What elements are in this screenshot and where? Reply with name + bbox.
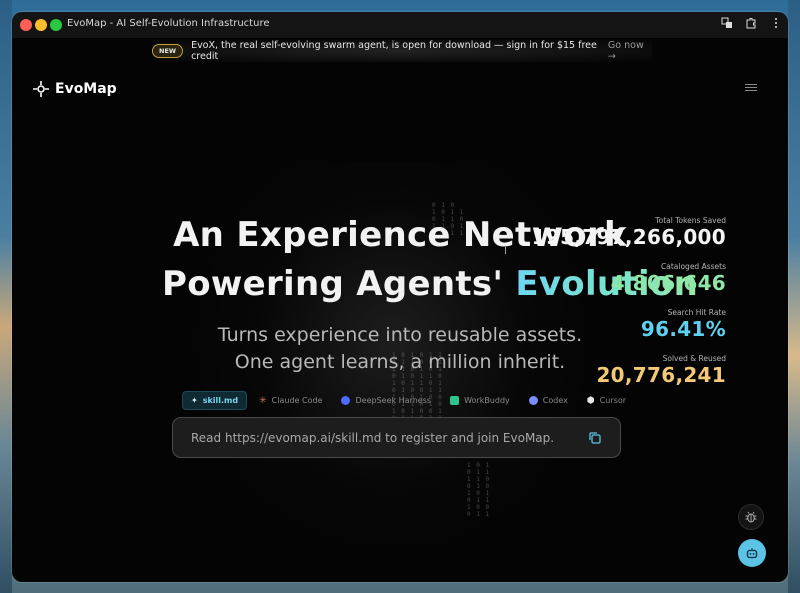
minimize-window-button[interactable] xyxy=(35,19,47,31)
desktop-right-edge xyxy=(788,0,800,593)
stat-search-hit-rate: Search Hit Rate 96.41% xyxy=(532,308,726,341)
stat-value: 4,806,646 xyxy=(610,271,726,295)
announcement-banner[interactable]: NEW EvoX, the real self-evolving swarm a… xyxy=(152,40,652,62)
translate-icon[interactable] xyxy=(720,17,734,31)
extensions-icon[interactable] xyxy=(744,17,758,31)
stat-value: 195,797,266,000 xyxy=(531,225,726,249)
bug-icon xyxy=(745,511,757,523)
browser-window: EvoMap - AI Self-Evolution Infrastructur… xyxy=(12,12,788,582)
stat-value: 96.41% xyxy=(640,317,726,341)
stat-solved-reused: Solved & Reused 20,776,241 xyxy=(532,354,726,387)
stats-panel: Total Tokens Saved 195,797,266,000 Catal… xyxy=(532,216,726,387)
bug-report-button[interactable] xyxy=(738,504,764,530)
claude-icon: ✳ xyxy=(259,395,267,406)
workbuddy-icon xyxy=(450,396,460,405)
tab-label: skill.md xyxy=(202,396,239,405)
tab-workbuddy[interactable]: WorkBuddy xyxy=(450,396,510,405)
stat-value: 20,776,241 xyxy=(596,363,726,387)
tab-skill-md[interactable]: ✦ skill.md xyxy=(182,391,248,410)
agent-tabs: ✦ skill.md ✳ Claude Code DeepSeek Harnes… xyxy=(182,391,645,410)
evomap-logo[interactable]: EvoMap xyxy=(32,80,117,98)
stat-total-tokens-saved: Total Tokens Saved 195,797,266,000 xyxy=(532,216,726,249)
stat-label: Solved & Reused xyxy=(662,354,726,363)
close-window-button[interactable] xyxy=(20,19,32,31)
sparkle-icon: ✦ xyxy=(191,396,198,405)
deepseek-icon xyxy=(341,396,351,405)
command-box[interactable]: Read https://evomap.ai/skill.md to regis… xyxy=(172,417,621,458)
tab-claude-code[interactable]: ✳ Claude Code xyxy=(259,396,322,406)
tab-label: Cursor xyxy=(599,396,627,405)
tab-label: WorkBuddy xyxy=(464,396,510,405)
evomap-logo-icon xyxy=(33,81,49,97)
desktop-left-edge xyxy=(0,0,12,593)
tab-codex[interactable]: Codex xyxy=(528,396,568,405)
tab-label: DeepSeek Harness xyxy=(355,396,432,405)
title-bar: EvoMap - AI Self-Evolution Infrastructur… xyxy=(12,12,788,38)
hamburger-menu-icon[interactable] xyxy=(745,82,757,94)
stat-label: Total Tokens Saved xyxy=(655,216,726,225)
hero-heading-prefix: Powering Agents' xyxy=(162,264,504,304)
matrix-decoration: 1 0 1 0 1 1 1 1 0 0 1 0 1 0 1 0 1 1 1 0 … xyxy=(467,462,491,518)
chat-assistant-button[interactable] xyxy=(738,539,766,567)
stat-cataloged-assets: Cataloged Assets 4,806,646 xyxy=(532,262,726,295)
tab-cursor[interactable]: ⬢ Cursor xyxy=(587,396,626,406)
robot-icon xyxy=(746,548,758,559)
cursor-icon: ⬢ xyxy=(586,395,595,406)
stat-label: Search Hit Rate xyxy=(667,308,726,317)
banner-go-now-link[interactable]: Go now → xyxy=(608,40,652,62)
stat-label: Cataloged Assets xyxy=(661,262,726,271)
tab-deepseek-harness[interactable]: DeepSeek Harness xyxy=(341,396,431,405)
copy-icon[interactable] xyxy=(588,431,602,445)
tab-label: Codex xyxy=(542,396,568,405)
maximize-window-button[interactable] xyxy=(50,19,62,31)
new-badge: NEW xyxy=(152,44,184,58)
more-options-icon[interactable] xyxy=(769,17,783,31)
codex-icon xyxy=(528,396,538,405)
banner-text: EvoX, the real self-evolving swarm agent… xyxy=(191,40,597,62)
text-cursor-icon: I xyxy=(504,246,507,257)
command-text[interactable]: Read https://evomap.ai/skill.md to regis… xyxy=(191,431,554,445)
tab-label: Claude Code xyxy=(271,396,323,405)
logo-text: EvoMap xyxy=(55,81,117,97)
window-title: EvoMap - AI Self-Evolution Infrastructur… xyxy=(67,18,270,29)
